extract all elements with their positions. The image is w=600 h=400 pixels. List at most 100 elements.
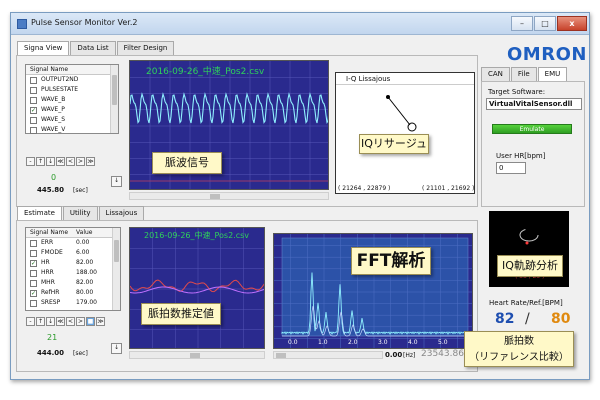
lissajous-origin (386, 95, 390, 99)
tab-lissajous[interactable]: Lissajous (98, 206, 145, 220)
signal-checkbox[interactable] (30, 76, 37, 84)
minimize-button[interactable]: – (511, 16, 533, 31)
estimate-row[interactable]: ERR 0.00 (26, 238, 120, 248)
bottom-tab-strip: Estimate Utility Lissajous (17, 206, 145, 221)
user-hr-label: User HR[bpm] (496, 152, 546, 160)
est-last-button[interactable]: ≫ (96, 317, 105, 326)
estimate-checkbox[interactable]: ✓ (30, 259, 37, 267)
est-first-button[interactable]: ≪ (56, 317, 65, 326)
estimate-row[interactable]: ✓ RefHR 80.00 (26, 288, 120, 298)
estimate-checkbox[interactable] (30, 269, 37, 277)
est-selected-button[interactable]: ■ (86, 317, 95, 326)
fft-graph-scrollbar[interactable] (273, 351, 383, 359)
nav-minus-button[interactable]: - (26, 157, 35, 166)
estimate-row[interactable]: MHR 82.00 (26, 278, 120, 288)
tab-data-list[interactable]: Data List (70, 41, 116, 55)
signal-apply-button[interactable]: ↓ (111, 176, 122, 187)
signal-checkbox[interactable] (30, 86, 37, 94)
lissajous-graph[interactable]: I-Q Lissajous ( 21264 , 22879 ) ( 21101 … (335, 72, 475, 194)
signal-row[interactable]: WAVE_S (26, 115, 118, 125)
signal-list-scrollbar[interactable] (110, 65, 118, 133)
signal-nav-buttons: - ↑ ↓ ≪ < > ≫ (26, 157, 96, 166)
nav-next-button[interactable]: > (76, 157, 85, 166)
estimate-checkbox[interactable] (30, 249, 37, 257)
estimate-panel: Signal Name Value ERR 0.00 FMODE 6.00 ✓ HR 82.… (16, 220, 478, 372)
estimate-graph-title: 2016-09-26_中速_Pos2.csv (144, 231, 250, 240)
signal-list-header: Signal Name (26, 65, 118, 75)
tab-file[interactable]: File (510, 67, 537, 81)
nav-prev-button[interactable]: < (66, 157, 75, 166)
estimate-checkbox[interactable] (30, 239, 37, 247)
tab-can[interactable]: CAN (481, 67, 510, 81)
signal-view-panel: Signal Name OUTPUT2ND PULSESTATE WAVE_B ✓ WA… (16, 55, 478, 207)
pulse-wave-callout: 脈波信号 (152, 152, 222, 174)
tab-emu[interactable]: EMU (537, 67, 568, 82)
estimate-checkbox[interactable]: ✓ (30, 289, 37, 297)
est-up-button[interactable]: ↑ (36, 317, 45, 326)
est-prev-button[interactable]: < (66, 317, 75, 326)
est-minus-button[interactable]: - (26, 317, 35, 326)
estimate-nav-buttons: - ↑ ↓ ≪ < > ■ ≫ (26, 317, 106, 326)
estimate-list-scrollbar[interactable] (112, 228, 120, 310)
iq-track-trace (519, 229, 539, 242)
signal-row[interactable]: ✓ WAVE_P (26, 105, 118, 115)
fft-tick-label: 3.0 (378, 339, 388, 346)
signal-checkbox[interactable] (30, 126, 37, 134)
maximize-button[interactable]: □ (534, 16, 556, 31)
app-window: Pulse Sensor Monitor Ver.2 – □ x Signa V… (10, 12, 590, 380)
tab-utility[interactable]: Utility (62, 206, 98, 220)
fft-tick-label: 1.0 (318, 339, 328, 346)
nav-last-button[interactable]: ≫ (86, 157, 95, 166)
estimate-listbox[interactable]: Signal Name Value ERR 0.00 FMODE 6.00 ✓ HR 82.… (25, 227, 121, 311)
estimate-counter: 21 (47, 333, 58, 342)
est-next-button[interactable]: > (76, 317, 85, 326)
signal-row[interactable]: WAVE_V (26, 125, 118, 135)
estimate-graph-scrollbar[interactable] (129, 351, 265, 359)
estimate-row[interactable]: SRESP 179.00 (26, 298, 120, 308)
pulse-graph-scrollbar[interactable] (129, 192, 329, 200)
estimate-row[interactable]: ✓ HR 82.00 (26, 258, 120, 268)
estimate-name: RefHR (41, 289, 60, 296)
estimate-value: 82.00 (76, 279, 94, 286)
close-button[interactable]: x (557, 16, 587, 31)
emulate-button[interactable]: Emulate (492, 124, 572, 134)
tab-signal-view[interactable]: Signa View (17, 41, 70, 56)
signal-name: WAVE_S (41, 116, 66, 123)
estimate-row[interactable]: FMODE 6.00 (26, 248, 120, 258)
signal-checkbox[interactable] (30, 96, 37, 104)
omron-logo: OMRON (507, 44, 587, 65)
hr-estimate-graph[interactable]: 2016-09-26_中速_Pos2.csv (129, 227, 265, 349)
estimate-name: HR (41, 259, 50, 266)
signal-listbox[interactable]: Signal Name OUTPUT2ND PULSESTATE WAVE_B ✓ WA… (25, 64, 119, 134)
fft-freq-value: 0.00 (385, 351, 403, 359)
fft-tick-label: 5.0 (438, 339, 448, 346)
estimate-apply-button[interactable]: ↓ (111, 343, 122, 354)
estimate-checkbox[interactable] (30, 279, 37, 287)
tab-filter-design[interactable]: Filter Design (116, 41, 175, 55)
heart-rate-callout-line1: 脈拍数 (504, 336, 534, 347)
tab-estimate[interactable]: Estimate (17, 206, 62, 221)
estimate-name: MHR (41, 279, 55, 286)
signal-row[interactable]: WAVE_B (26, 95, 118, 105)
signal-row[interactable]: OUTPUT2ND (26, 75, 118, 85)
user-hr-input[interactable]: 0 (496, 162, 526, 174)
lissajous-point (407, 122, 417, 132)
heart-rate-separator: / (525, 311, 530, 327)
nav-up-button[interactable]: ↑ (36, 157, 45, 166)
signal-row[interactable]: PULSESTATE (26, 85, 118, 95)
window-title: Pulse Sensor Monitor Ver.2 (31, 18, 138, 27)
estimate-name: SRESP (41, 299, 61, 306)
estimate-row[interactable]: HRR 188.00 (26, 268, 120, 278)
top-tab-strip: Signa View Data List Filter Design (17, 41, 175, 56)
signal-checkbox[interactable] (30, 116, 37, 124)
fft-callout: FFT解析 (351, 247, 431, 275)
est-down-button[interactable]: ↓ (46, 317, 55, 326)
nav-down-button[interactable]: ↓ (46, 157, 55, 166)
estimate-name: FMODE (41, 249, 63, 256)
signal-time-unit: [sec] (73, 187, 88, 194)
signal-checkbox[interactable]: ✓ (30, 106, 37, 114)
target-software-field[interactable]: VirtualVitalSensor.dll (486, 98, 582, 110)
estimate-checkbox[interactable] (30, 299, 37, 307)
hr-estimate-callout: 脈拍数推定値 (141, 303, 221, 325)
nav-first-button[interactable]: ≪ (56, 157, 65, 166)
